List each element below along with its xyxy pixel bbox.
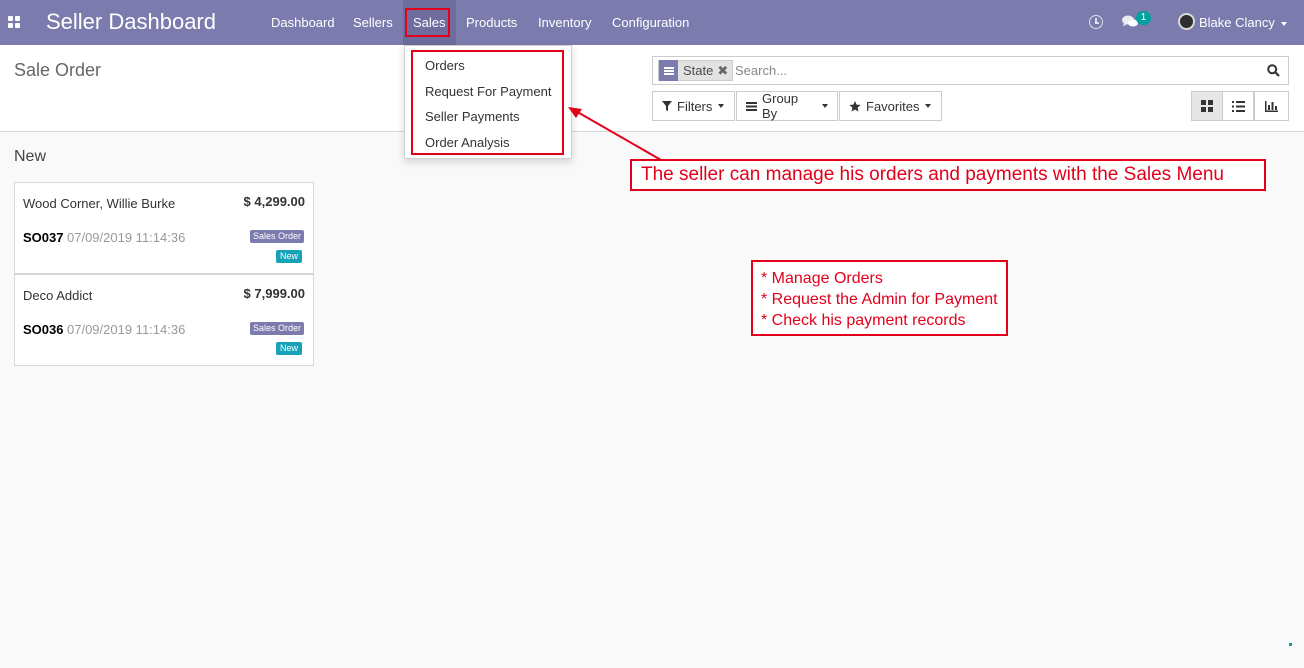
user-avatar[interactable] xyxy=(1178,13,1195,30)
star-icon xyxy=(849,100,861,112)
search-icon[interactable] xyxy=(1267,64,1280,77)
kanban-card[interactable]: Deco Addict $ 7,999.00 SO036 07/09/2019 … xyxy=(14,274,314,366)
apps-menu-icon[interactable] xyxy=(8,16,20,28)
corner-dot xyxy=(1289,643,1292,646)
annotation-list: * Manage Orders * Request the Admin for … xyxy=(751,260,1008,336)
kanban-card[interactable]: Wood Corner, Willie Burke $ 4,299.00 SO0… xyxy=(14,182,314,274)
user-name: Blake Clancy xyxy=(1199,15,1275,30)
kanban-column-title: New xyxy=(14,148,47,165)
message-count-badge: 1 xyxy=(1136,11,1151,25)
kanban-icon xyxy=(1201,100,1213,112)
group-by-bars-icon xyxy=(746,101,757,111)
card-order-ref: SO036 xyxy=(23,322,64,337)
graph-view-button[interactable] xyxy=(1254,91,1289,121)
kanban-view-button[interactable] xyxy=(1191,91,1223,121)
search-input[interactable] xyxy=(735,63,1235,78)
graph-icon xyxy=(1265,100,1278,112)
chevron-down-icon xyxy=(1280,21,1287,26)
annotation-arrow xyxy=(568,107,662,161)
card-partner: Deco Addict xyxy=(23,288,93,303)
favorites-button[interactable]: Favorites xyxy=(839,91,942,121)
card-state-badge: New xyxy=(275,342,302,355)
favorites-label: Favorites xyxy=(866,98,920,114)
card-state-badge: New xyxy=(275,250,302,263)
card-amount: $ 7,999.00 xyxy=(243,286,305,301)
annotation-list-item: * Check his payment records xyxy=(761,312,966,329)
chevron-down-icon xyxy=(822,104,828,108)
filters-label: Filters xyxy=(677,98,713,114)
menu-configuration[interactable]: Configuration xyxy=(612,15,689,30)
card-amount: $ 4,299.00 xyxy=(243,194,305,209)
card-partner: Wood Corner, Willie Burke xyxy=(23,196,176,211)
breadcrumb: Sale Order xyxy=(14,60,102,80)
dropdown-highlight-box xyxy=(411,50,564,155)
card-tag: Sales Order xyxy=(249,230,304,243)
filter-list-icon xyxy=(659,60,678,81)
menu-products[interactable]: Products xyxy=(466,15,517,30)
list-icon xyxy=(1231,100,1245,112)
search-bar: State ✖ xyxy=(652,56,1289,85)
card-tag: Sales Order xyxy=(249,322,304,335)
user-menu[interactable]: Blake Clancy xyxy=(1199,15,1287,30)
sales-highlight-box xyxy=(405,8,450,37)
search-facet: State ✖ xyxy=(658,60,734,81)
menu-sellers[interactable]: Sellers xyxy=(353,15,393,30)
card-date: 07/09/2019 11:14:36 xyxy=(67,230,186,245)
app-brand-title: Seller Dashboard xyxy=(46,9,216,34)
top-navbar: Seller Dashboard Dashboard Sellers Sales… xyxy=(0,0,1304,45)
group-by-label: Group By xyxy=(762,91,799,121)
menu-dashboard[interactable]: Dashboard xyxy=(271,15,335,30)
annotation-list-item: * Manage Orders xyxy=(761,270,883,287)
annotation-main: The seller can manage his orders and pay… xyxy=(630,159,1266,191)
facet-label: State xyxy=(683,63,714,78)
annotation-list-item: * Request the Admin for Payment xyxy=(761,291,998,308)
card-order-ref: SO037 xyxy=(23,230,64,245)
chevron-down-icon xyxy=(718,104,725,108)
group-by-button[interactable]: Group By xyxy=(736,91,838,121)
list-view-button[interactable] xyxy=(1222,91,1254,121)
menu-inventory[interactable]: Inventory xyxy=(538,15,591,30)
close-icon[interactable]: ✖ xyxy=(717,63,732,79)
card-date: 07/09/2019 11:14:36 xyxy=(67,322,186,337)
activity-clock-icon[interactable] xyxy=(1089,15,1103,29)
chevron-down-icon xyxy=(925,104,932,108)
